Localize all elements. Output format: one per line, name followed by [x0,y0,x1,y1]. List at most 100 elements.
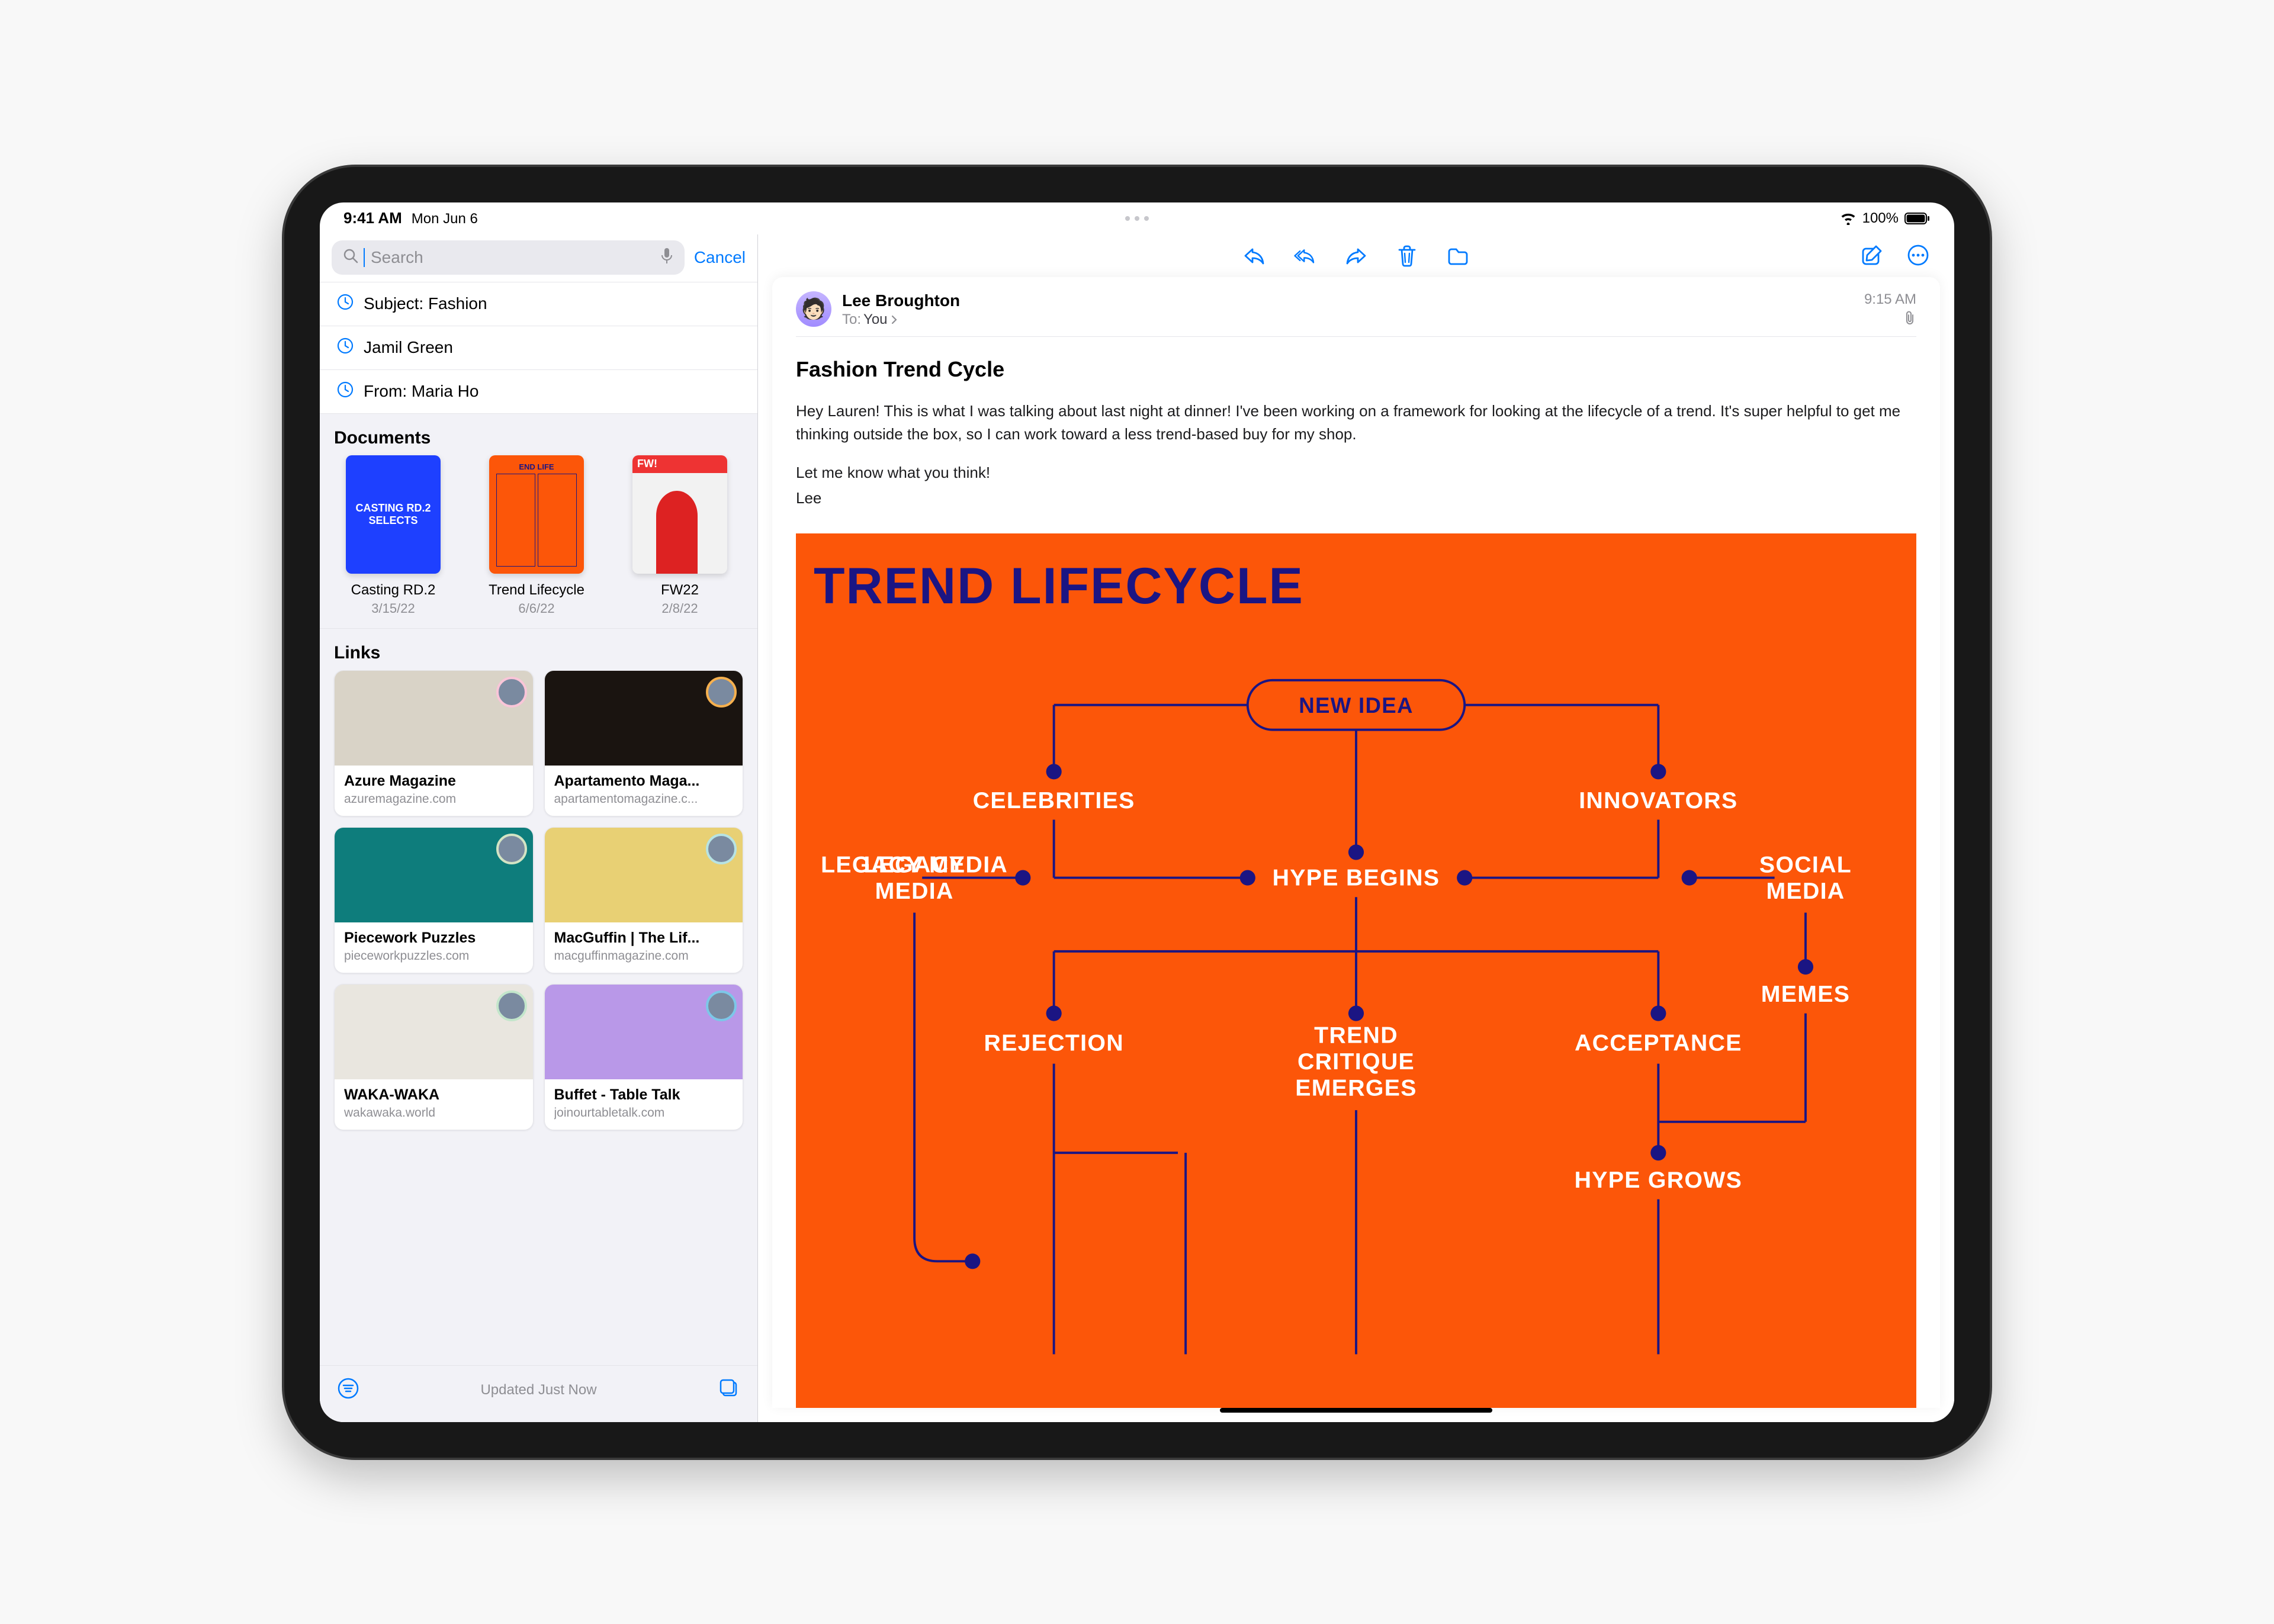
link-avatar [706,677,737,708]
wifi-icon [1840,212,1857,225]
body-paragraph: Hey Lauren! This is what I was talking a… [796,400,1916,446]
link-card[interactable]: Apartamento Maga... apartamentomagazine.… [544,670,744,816]
attachment-icon [1903,310,1916,329]
recent-search-text: Subject: Fashion [364,294,487,313]
screen: 9:41 AM Mon Jun 6 100% [320,202,1954,1422]
filter-icon[interactable] [336,1377,360,1404]
svg-text:REJECTION: REJECTION [984,1030,1123,1056]
svg-text:HYPE GROWS: HYPE GROWS [1575,1167,1743,1193]
reply-icon[interactable] [1242,243,1267,268]
link-avatar [706,834,737,864]
svg-text:INNOVATORS: INNOVATORS [1579,787,1737,813]
document-title: Casting RD.2 [334,582,452,599]
battery-icon [1904,212,1931,225]
clock-icon [336,381,354,403]
link-avatar [496,991,527,1021]
link-card[interactable]: MacGuffin | The Lif... macguffinmagazine… [544,827,744,973]
home-indicator[interactable] [1220,1408,1492,1413]
link-card[interactable]: WAKA-WAKA wakawaka.world [334,984,534,1130]
status-bar: 9:41 AM Mon Jun 6 100% [320,202,1954,234]
document-item[interactable]: FW! FW22 2/8/22 [621,455,739,616]
link-title: WAKA-WAKA [344,1086,523,1104]
links-heading: Links [320,629,757,670]
sender-name[interactable]: Lee Broughton [842,291,1916,310]
sidebar: Cancel Subject: Fashion Jamil Green [320,234,758,1422]
message-body: Hey Lauren! This is what I was talking a… [796,400,1916,525]
more-icon[interactable] [1906,243,1931,268]
svg-text:CELEBRITIES: CELEBRITIES [973,787,1135,813]
sender-avatar[interactable]: 🧑🏻 [796,291,831,327]
link-url: apartamentomagazine.c... [554,792,734,806]
svg-text:MEMES: MEMES [1761,980,1850,1006]
link-thumbnail [335,828,533,922]
status-time: 9:41 AM [343,209,402,227]
document-date: 6/6/22 [518,601,554,616]
status-line: Updated Just Now [480,1382,596,1398]
text-cursor [364,248,365,267]
link-url: wakawaka.world [344,1106,523,1120]
folder-icon[interactable] [1446,243,1470,268]
link-title: Azure Magazine [344,773,523,790]
link-url: azuremagazine.com [344,792,523,806]
chevron-right-icon [890,314,898,325]
link-avatar [706,991,737,1021]
document-title: FW22 [621,582,739,599]
search-field[interactable] [332,240,685,275]
compose-icon[interactable] [1859,243,1884,268]
document-item[interactable]: END LIFE Trend Lifecycle 6/6/22 [477,455,596,616]
trash-icon[interactable] [1395,243,1419,268]
document-title: Trend Lifecycle [477,582,596,599]
link-thumbnail [545,985,743,1079]
message-time: 9:15 AM [1864,291,1916,308]
link-thumbnail [335,985,533,1079]
search-icon [342,247,359,267]
svg-text:HYPE BEGINS: HYPE BEGINS [1273,864,1440,890]
sidebar-footer: Updated Just Now [320,1365,757,1422]
body-paragraph: Let me know what you think! [796,461,1916,484]
documents-row: CASTING RD.2 SELECTS Casting RD.2 3/15/2… [320,455,757,629]
link-card[interactable]: Buffet - Table Talk joinourtabletalk.com [544,984,744,1130]
link-thumbnail [335,671,533,766]
ipad-frame: 9:41 AM Mon Jun 6 100% [284,167,1990,1458]
link-avatar [496,834,527,864]
svg-text:ACCEPTANCE: ACCEPTANCE [1575,1030,1742,1056]
clock-icon [336,337,354,359]
document-item[interactable]: CASTING RD.2 SELECTS Casting RD.2 3/15/2… [334,455,452,616]
recent-search-item[interactable]: Jamil Green [320,326,757,369]
svg-text:LEGACYMEDIA: LEGACYMEDIA [863,851,965,903]
link-title: Buffet - Table Talk [554,1086,734,1104]
link-card[interactable]: Piecework Puzzles pieceworkpuzzles.com [334,827,534,973]
links-grid: Azure Magazine azuremagazine.com Apartam… [320,670,757,1142]
link-title: Piecework Puzzles [344,930,523,947]
content-pane: 🧑🏻 Lee Broughton To: You 9:15 AM [758,234,1954,1422]
infographic-attachment[interactable]: TREND LIFECYCLE NEW IDEA [796,533,1916,1408]
documents-heading: Documents [320,414,757,455]
svg-text:SOCIALMEDIA: SOCIALMEDIA [1759,851,1852,903]
link-url: pieceworkpuzzles.com [344,949,523,963]
search-row: Cancel [320,234,757,282]
link-url: macguffinmagazine.com [554,949,734,963]
link-title: MacGuffin | The Lif... [554,930,734,947]
status-date: Mon Jun 6 [412,211,478,227]
svg-text:NEW IDEA: NEW IDEA [1299,693,1414,717]
document-thumbnail: CASTING RD.2 SELECTS [346,455,441,574]
forward-icon[interactable] [1344,243,1369,268]
reply-all-icon[interactable] [1293,243,1318,268]
to-line[interactable]: To: You [842,311,1916,328]
multitasking-dots[interactable] [1125,216,1149,221]
infographic-diagram: NEW IDEA CELEBRITIES INNOVATORS [814,616,1899,1395]
cancel-button[interactable]: Cancel [694,248,746,267]
recent-search-item[interactable]: Subject: Fashion [320,282,757,326]
link-card[interactable]: Azure Magazine azuremagazine.com [334,670,534,816]
split-view-icon[interactable] [717,1377,741,1404]
body-signature: Lee [796,487,1916,510]
search-input[interactable] [371,248,654,267]
recent-search-text: From: Maria Ho [364,382,478,401]
document-date: 2/8/22 [661,601,698,616]
recent-search-item[interactable]: From: Maria Ho [320,369,757,414]
recent-searches: Subject: Fashion Jamil Green From: Maria… [320,282,757,414]
link-url: joinourtabletalk.com [554,1106,734,1120]
dictation-icon[interactable] [660,247,674,268]
recent-search-text: Jamil Green [364,338,453,357]
link-title: Apartamento Maga... [554,773,734,790]
